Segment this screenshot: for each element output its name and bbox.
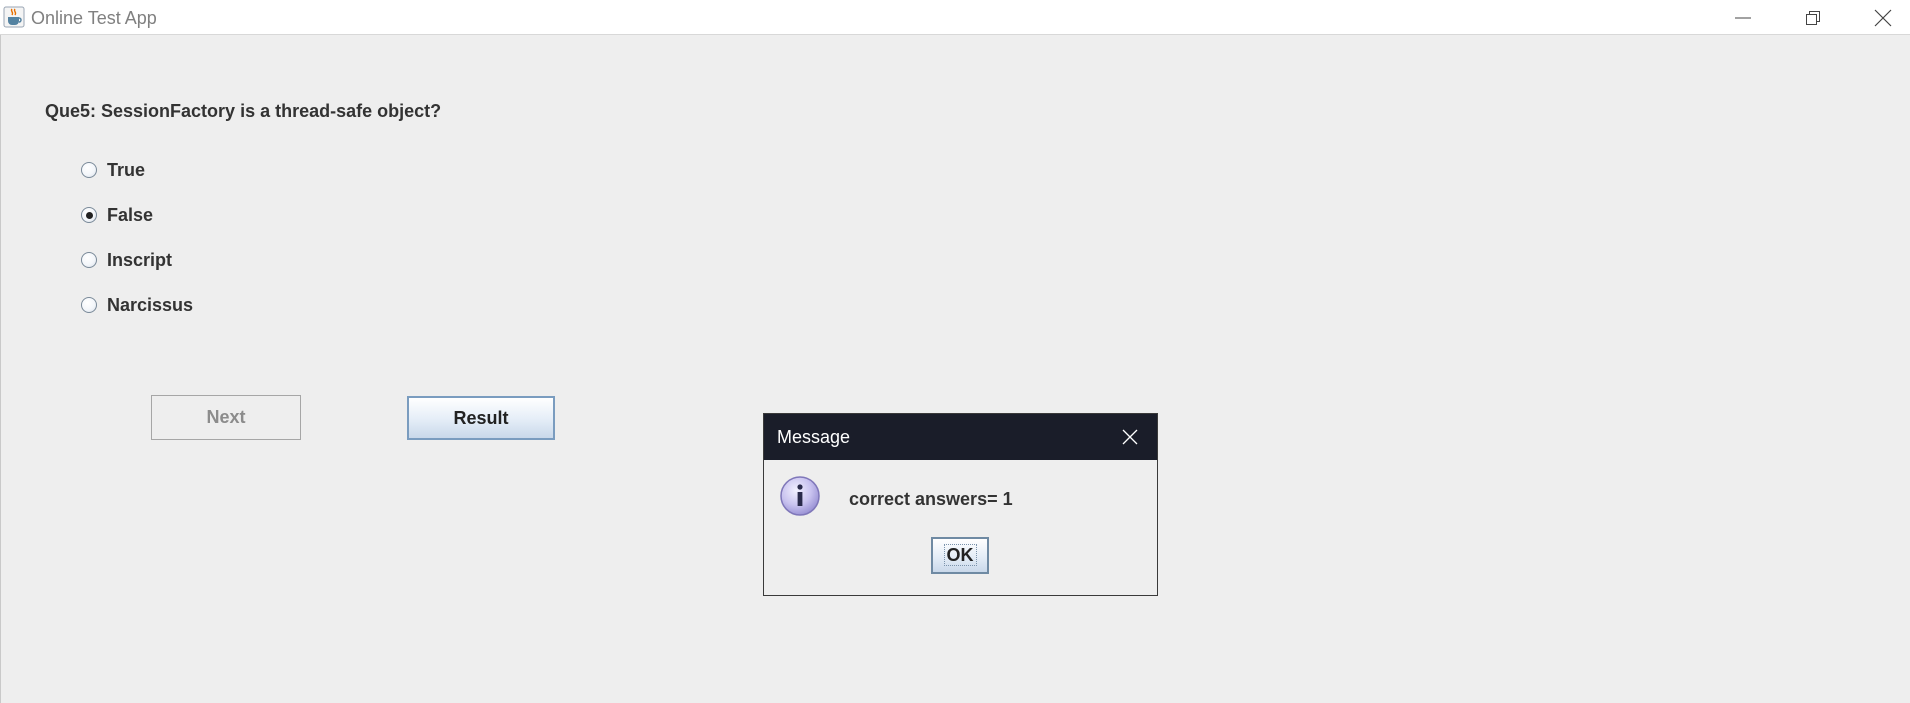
minimize-button[interactable] — [1708, 0, 1778, 35]
dialog-close-button[interactable] — [1114, 422, 1146, 452]
radio-button[interactable] — [81, 162, 97, 178]
radio-button-selected[interactable] — [81, 207, 97, 223]
radio-button[interactable] — [81, 252, 97, 268]
quiz-panel: Que5: SessionFactory is a thread-safe ob… — [0, 35, 1910, 703]
radio-button[interactable] — [81, 297, 97, 313]
result-button[interactable]: Result — [407, 396, 555, 440]
restore-button[interactable] — [1778, 0, 1848, 35]
restore-icon — [1806, 11, 1820, 25]
option-label[interactable]: False — [107, 205, 153, 226]
dialog-message: correct answers= 1 — [849, 489, 1013, 509]
window-title-bar[interactable]: Online Test App — [0, 0, 1910, 35]
option-label[interactable]: True — [107, 160, 145, 181]
message-dialog: Message correct answers= 1 OK — [763, 413, 1158, 596]
dialog-title-bar[interactable]: Message — [764, 414, 1157, 460]
minimize-icon — [1735, 17, 1751, 19]
close-icon — [1874, 9, 1892, 27]
info-icon — [779, 475, 821, 517]
window-title: Online Test App — [31, 8, 157, 28]
ok-button[interactable]: OK — [931, 537, 989, 574]
java-cup-icon — [3, 6, 25, 28]
ok-button-label: OK — [943, 544, 977, 566]
close-window-button[interactable] — [1848, 0, 1910, 35]
close-icon — [1122, 429, 1138, 445]
dialog-title: Message — [777, 427, 851, 447]
next-button[interactable]: Next — [151, 395, 301, 440]
question-text: Que5: SessionFactory is a thread-safe ob… — [45, 101, 442, 121]
option-label[interactable]: Inscript — [107, 250, 172, 271]
option-label[interactable]: Narcissus — [107, 295, 193, 316]
